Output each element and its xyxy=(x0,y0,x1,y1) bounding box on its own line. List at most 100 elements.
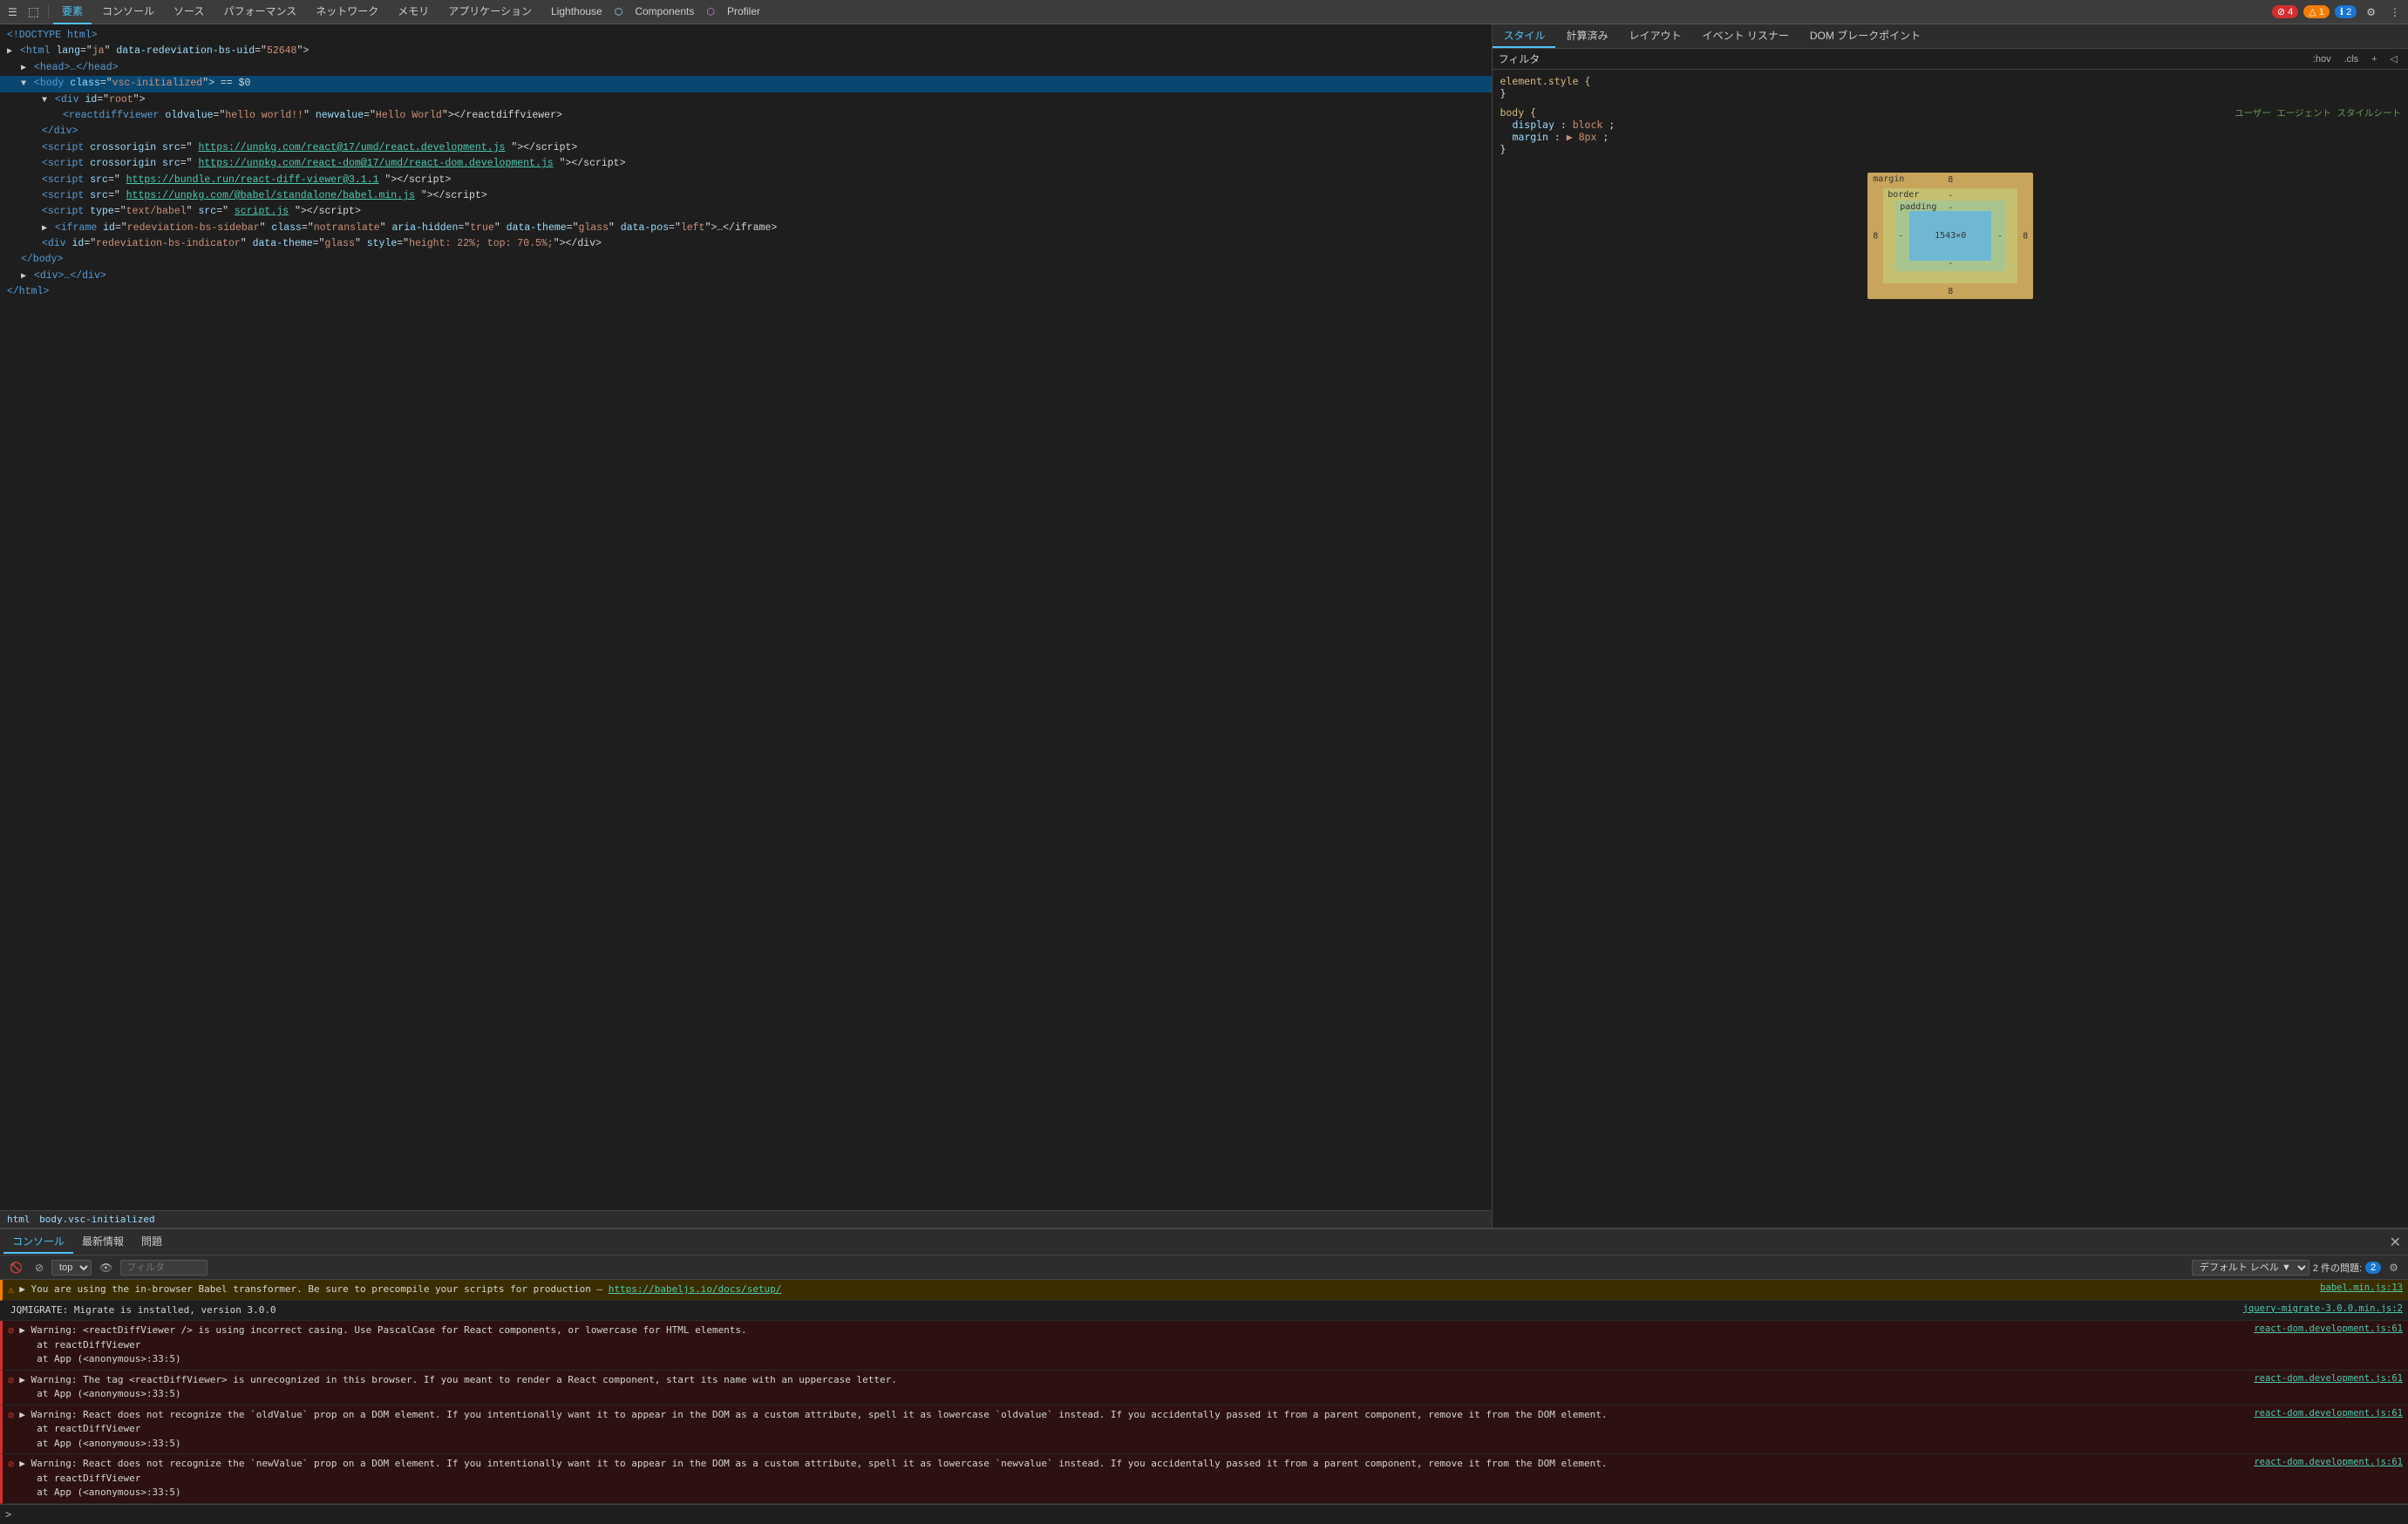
info-badge: ℹ 2 xyxy=(2335,5,2357,18)
dom-line-script1[interactable]: <script crossorigin src=" https://unpkg.… xyxy=(0,140,1492,156)
dom-line-indicator[interactable]: <div id="redeviation-bs-indicator" data-… xyxy=(0,236,1492,252)
dom-line-div-misc[interactable]: ▶ <div>…</div> xyxy=(0,269,1492,284)
dom-line-head[interactable]: ▶ <head>…</head> xyxy=(0,60,1492,76)
inspect-element-btn[interactable]: ⬚ xyxy=(24,3,44,21)
level-select[interactable]: デフォルト レベル ▼ xyxy=(2192,1260,2309,1276)
msg-jqmigrate-source[interactable]: jquery-migrate-3.0.0.min.js:2 xyxy=(2243,1303,2403,1314)
dom-line-script5[interactable]: <script type="text/babel" src=" script.j… xyxy=(0,204,1492,220)
dom-line-reactdiff[interactable]: <reactdiffviewer oldvalue="hello world!!… xyxy=(0,108,1492,124)
dom-line-doctype[interactable]: <!DOCTYPE html> xyxy=(0,28,1492,44)
tab-network[interactable]: ネットワーク xyxy=(307,0,387,24)
padding-right-val: - xyxy=(1997,231,2003,241)
err-icon-1: ⊘ xyxy=(8,1324,14,1337)
tab-console[interactable]: コンソール xyxy=(93,0,163,24)
breadcrumb: html body.vsc-initialized xyxy=(0,1210,1492,1228)
tab-memory[interactable]: メモリ xyxy=(389,0,438,24)
warn-icon: ⚠ xyxy=(8,1283,14,1296)
bottom-panel: コンソール 最新情報 問題 ✕ 🚫 ⊘ top 👁 デフォルト レベル ▼ 2 … xyxy=(0,1228,2408,1524)
content-size: 1543×0 xyxy=(1935,231,1966,241)
tab-styles[interactable]: スタイル xyxy=(1493,24,1555,48)
triangle-icon[interactable]: ▶ xyxy=(21,272,26,282)
tab-performance[interactable]: パフォーマンス xyxy=(214,0,305,24)
console-filter-input[interactable] xyxy=(120,1260,207,1276)
styles-filter-input[interactable] xyxy=(1543,54,2304,65)
context-select[interactable]: top xyxy=(51,1260,92,1276)
triangle-icon[interactable]: ▶ xyxy=(21,64,26,73)
triangle-icon[interactable]: ▶ xyxy=(7,47,12,57)
tab-profiler[interactable]: Profiler xyxy=(718,0,769,24)
msg-error-newvalue-source[interactable]: react-dom.development.js:61 xyxy=(2254,1457,2403,1467)
console-filter-btn[interactable]: ⊘ xyxy=(31,1260,48,1276)
tab-lighthouse[interactable]: Lighthouse xyxy=(542,0,611,24)
console-tab-info[interactable]: 最新情報 xyxy=(73,1230,133,1254)
cls-btn[interactable]: .cls xyxy=(2339,51,2364,66)
triangle-icon[interactable]: ▼ xyxy=(42,96,47,105)
toolbar-right: ⊘ 4 △ 1 ℹ 2 ⚙ ⋮ xyxy=(2272,4,2405,20)
tab-dom-breakpoints[interactable]: DOM ブレークポイント xyxy=(1799,24,1931,48)
warning-badge: △ 1 xyxy=(2303,5,2330,18)
console-tab-issues[interactable]: 問題 xyxy=(133,1230,171,1254)
dom-line-html-close[interactable]: </html> xyxy=(0,284,1492,300)
hov-btn[interactable]: :hov xyxy=(2308,51,2337,66)
msg-babel-text: ▶ You are using the in-browser Babel tra… xyxy=(19,1282,2315,1297)
settings-btn[interactable]: ⚙ xyxy=(2362,4,2380,20)
dom-line-script2[interactable]: <script crossorigin src=" https://unpkg.… xyxy=(0,156,1492,172)
console-settings-btn[interactable]: ⚙ xyxy=(2384,1260,2403,1276)
css-block-element-style: element.style { } xyxy=(1500,75,2401,99)
msg-error-casing-text: ▶ Warning: <reactDiffViewer /> is using … xyxy=(19,1323,2248,1367)
styles-filter-bar: フィルタ :hov .cls + ◁ xyxy=(1493,49,2408,70)
dom-line-root[interactable]: ▼ <div id="root"> xyxy=(0,92,1492,108)
devtools-toolbar: ☰ ⬚ 要素 コンソール ソース パフォーマンス ネットワーク メモリ アプリケ… xyxy=(0,0,2408,24)
dom-line-iframe[interactable]: ▶ <iframe id="redeviation-bs-sidebar" cl… xyxy=(0,221,1492,236)
margin-box: margin 8 8 8 8 border - padd xyxy=(1867,173,2033,299)
msg-error-unrecognized: ⊘ ▶ Warning: The tag <reactDiffViewer> i… xyxy=(0,1371,2408,1405)
elements-content[interactable]: <!DOCTYPE html> ▶ <html lang="ja" data-r… xyxy=(0,24,1492,1210)
breadcrumb-body[interactable]: body.vsc-initialized xyxy=(39,1214,154,1225)
msg-error-oldvalue-text: ▶ Warning: React does not recognize the … xyxy=(19,1408,2248,1452)
eye-btn[interactable]: 👁 xyxy=(95,1260,117,1276)
msg-babel-warning: ⚠ ▶ You are using the in-browser Babel t… xyxy=(0,1280,2408,1301)
tab-sources[interactable]: ソース xyxy=(165,0,213,24)
msg-error-casing: ⊘ ▶ Warning: <reactDiffViewer /> is usin… xyxy=(0,1321,2408,1371)
margin-left-val: 8 xyxy=(1873,231,1878,241)
margin-bottom-val: 8 xyxy=(1948,287,1953,296)
tab-application[interactable]: アプリケーション xyxy=(439,0,541,24)
top-panel: <!DOCTYPE html> ▶ <html lang="ja" data-r… xyxy=(0,24,2408,1228)
tab-layout[interactable]: レイアウト xyxy=(1618,24,1691,48)
msg-jqmigrate-text: JQMIGRATE: Migrate is installed, version… xyxy=(10,1303,2238,1318)
dom-line-script3[interactable]: <script src=" https://bundle.run/react-d… xyxy=(0,173,1492,188)
dom-line-script4[interactable]: <script src=" https://unpkg.com/@babel/s… xyxy=(0,188,1492,204)
babel-link[interactable]: https://babeljs.io/docs/setup/ xyxy=(609,1283,782,1295)
css-block-body: body { ユーザー エージェント スタイルシート display : blo… xyxy=(1500,106,2401,155)
back-btn[interactable]: ◁ xyxy=(2385,51,2403,66)
console-tab-console[interactable]: コンソール xyxy=(3,1230,73,1254)
content-box: 1543×0 xyxy=(1909,211,1991,261)
breadcrumb-html[interactable]: html xyxy=(7,1214,31,1225)
msg-babel-source[interactable]: babel.min.js:13 xyxy=(2320,1282,2403,1293)
triangle-icon[interactable]: ▶ xyxy=(42,224,47,234)
toolbar-separator-1 xyxy=(48,5,49,19)
styles-panel: スタイル 計算済み レイアウト イベント リスナー DOM ブレークポイント フ… xyxy=(1493,24,2408,1228)
console-input[interactable] xyxy=(15,1508,2403,1521)
padding-box: padding - - - - 1543×0 xyxy=(1895,201,2005,271)
more-btn[interactable]: ⋮ xyxy=(2385,4,2405,20)
err-icon-2: ⊘ xyxy=(8,1374,14,1386)
triangle-icon[interactable]: ▼ xyxy=(21,79,26,89)
tab-components[interactable]: Components xyxy=(626,0,703,24)
tab-elements[interactable]: 要素 xyxy=(53,0,92,24)
msg-error-casing-source[interactable]: react-dom.development.js:61 xyxy=(2254,1323,2403,1334)
dom-line-div-close[interactable]: </div> xyxy=(0,124,1492,139)
dom-line-body-close[interactable]: </body> xyxy=(0,252,1492,268)
tab-computed[interactable]: 計算済み xyxy=(1555,24,1618,48)
console-clear-btn[interactable]: 🚫 xyxy=(5,1260,27,1276)
msg-error-oldvalue-source[interactable]: react-dom.development.js:61 xyxy=(2254,1408,2403,1419)
devtools-menu-btn[interactable]: ☰ xyxy=(3,4,22,20)
msg-error-unrecognized-source[interactable]: react-dom.development.js:61 xyxy=(2254,1373,2403,1384)
padding-left-val: - xyxy=(1898,231,1903,241)
dom-line-body[interactable]: ▼ <body class="vsc-initialized"> == $0 xyxy=(0,76,1492,92)
add-style-btn[interactable]: + xyxy=(2366,51,2382,66)
dom-line-html[interactable]: ▶ <html lang="ja" data-redeviation-bs-ui… xyxy=(0,44,1492,59)
tab-event-listeners[interactable]: イベント リスナー xyxy=(1691,24,1799,48)
err-icon-3: ⊘ xyxy=(8,1409,14,1421)
console-close-btn[interactable]: ✕ xyxy=(2386,1234,2405,1251)
